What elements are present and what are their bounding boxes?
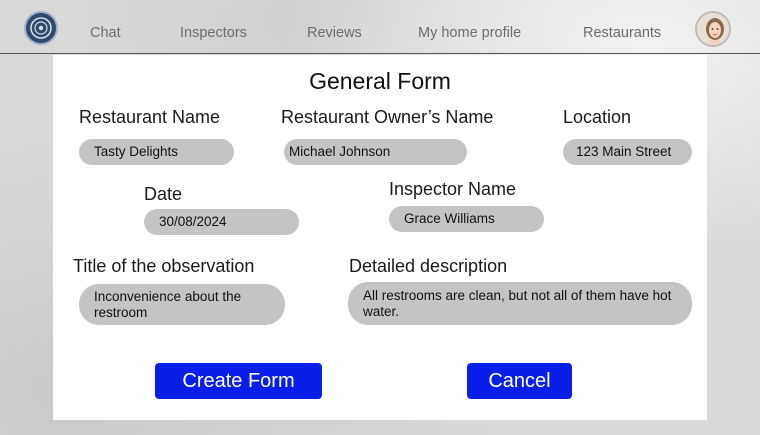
date-label: Date <box>144 184 183 204</box>
inspector-name-label: Inspector Name <box>389 179 517 199</box>
restaurant-name-label: Restaurant Name <box>79 107 221 127</box>
restaurant-name-field[interactable]: Tasty Delights <box>79 139 234 165</box>
cancel-button[interactable]: Cancel <box>467 363 572 399</box>
nav-item-chat[interactable]: Chat <box>90 25 121 41</box>
owner-name-label: Restaurant Owner’s Name <box>281 107 494 127</box>
general-form-panel: General Form Restaurant Name Tasty Delig… <box>53 55 707 420</box>
nav-item-restaurants[interactable]: Restaurants <box>583 25 661 41</box>
owner-name-field[interactable]: Michael Johnson <box>284 139 467 165</box>
date-field[interactable]: 30/08/2024 <box>144 209 299 235</box>
user-avatar[interactable] <box>695 11 731 47</box>
nav-item-my-home-profile[interactable]: My home profile <box>418 25 521 41</box>
top-navigation-bar: Chat Inspectors Reviews My home profile … <box>0 0 760 54</box>
observation-title-label: Title of the observation <box>73 256 255 276</box>
description-field[interactable]: All restrooms are clean, but not all of … <box>348 282 692 325</box>
create-form-button[interactable]: Create Form <box>155 363 322 399</box>
observation-title-field[interactable]: Inconvenience about the restroom <box>79 284 285 325</box>
location-field[interactable]: 123 Main Street <box>563 139 692 165</box>
description-label: Detailed description <box>349 256 508 276</box>
nav-item-reviews[interactable]: Reviews <box>307 25 362 41</box>
form-title: General Form <box>309 68 451 94</box>
inspector-name-field[interactable]: Grace Williams <box>389 206 544 232</box>
app-logo-icon[interactable] <box>24 11 58 45</box>
nav-item-inspectors[interactable]: Inspectors <box>180 25 247 41</box>
location-label: Location <box>563 107 632 127</box>
